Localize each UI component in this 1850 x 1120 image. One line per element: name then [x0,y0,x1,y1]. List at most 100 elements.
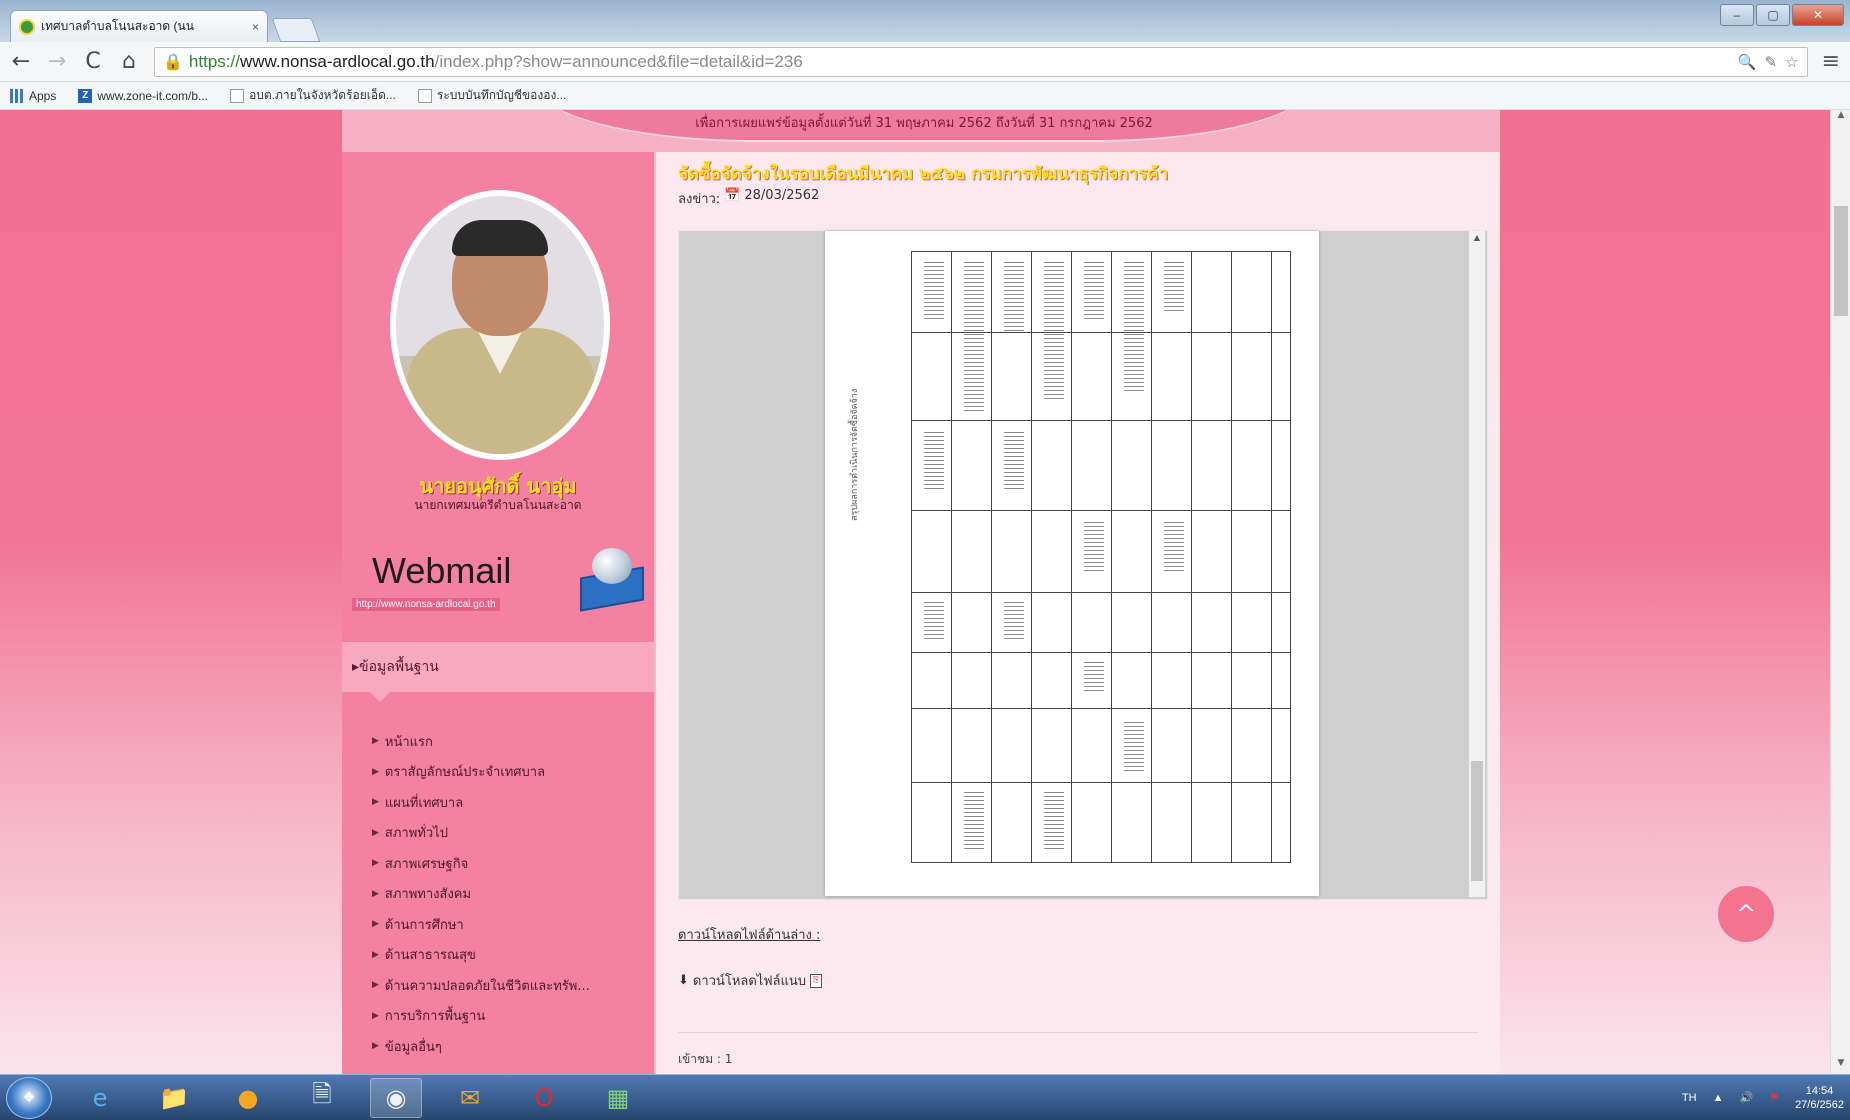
banner-text: เพื่อการเผยแพร่ข้อมูลตั้งแต่วันที่ 31 พฤ… [695,116,1153,131]
bookmark-zone-it[interactable]: Z www.zone-it.com/b... [78,88,209,103]
scroll-up-icon[interactable]: ▲ [1831,110,1850,126]
back-to-top-button[interactable]: ^ [1718,886,1774,942]
viewer-scroll-thumb[interactable] [1471,761,1483,881]
address-bar[interactable]: 🔒 https://www.nonsa-ardlocal.go.th/index… [154,46,1808,77]
sidebar-item-society[interactable]: ▶ สภาพทางสังคม [372,879,590,910]
lock-icon: 🔒 [163,52,183,71]
sidebar-item-health[interactable]: ▶ ด้านสาธารณสุข [372,940,590,971]
internet-explorer-icon[interactable]: e [74,1078,126,1118]
sidebar-item-label: ข้อมูลอื่นๆ [384,1039,442,1055]
tab-close-icon[interactable]: × [252,20,259,34]
sidebar-item-economy[interactable]: ▶ สภาพเศรษฐกิจ [372,848,590,879]
new-tab-button[interactable] [271,18,321,42]
sidebar-item-general[interactable]: ▶ สภาพทั่วไป [372,818,590,849]
page-scroll-thumb[interactable] [1834,206,1848,316]
file-explorer-icon[interactable]: 📁 [148,1078,200,1118]
webmail-banner[interactable]: Webmail http://www.nonsa-ardlocal.go.th [352,544,644,624]
menu-bullet-icon: ▸ [352,659,360,675]
bookmark-label: Apps [29,88,57,103]
sidebar-item-services[interactable]: ▶ การบริการพื้นฐาน [372,1001,590,1032]
mayor-hair [452,220,548,256]
bookmarks-bar: Apps Z www.zone-it.com/b... อบต.ภายในจัง… [0,82,1850,110]
browser-tab[interactable]: เทศบาลตำบลโนนสะอาด (นน × [10,10,268,42]
chrome-icon[interactable]: ◉ [370,1077,422,1118]
date-label: ลงข่าว: [678,192,721,207]
article-title: จัดซื้อจัดจ้างในรอบเดือนมีนาคม ๒๕๖๒ กรมก… [678,164,1169,184]
system-tray: TH ▲ 🔊 ⚑ 14:54 27/6/2562 [1682,1084,1844,1112]
sidebar-item-home[interactable]: ▶ หน้าแรก [372,726,590,757]
zoom-icon[interactable]: 🔍 [1738,53,1757,71]
reload-button[interactable]: C [82,49,104,74]
menu-header-label: ข้อมูลพื้นฐาน [359,659,439,675]
table-text [924,262,944,322]
sidebar: นายอนุศักดิ์ นาอุ่ม นายกเทศมนตรีตำบลโนนส… [342,152,654,1074]
table-text [1164,262,1184,312]
table-text [1004,262,1024,332]
bullet-icon: ▶ [372,858,379,869]
outlook-icon[interactable]: ✉ [444,1078,496,1118]
table-text [1124,262,1144,392]
window-titlebar: เทศบาลตำบลโนนสะอาด (นน × – ▢ ✕ [0,0,1850,42]
sidebar-item-emblem[interactable]: ▶ ตราสัญลักษณ์ประจำเทศบาล [372,757,590,788]
scroll-up-icon[interactable]: ▲ [1469,233,1485,242]
table-text [1004,432,1024,492]
home-button[interactable]: ⌂ [118,49,140,74]
sidebar-item-label: หน้าแรก [384,734,433,750]
bookmark-label: www.zone-it.com/b... [97,88,209,103]
table-text [964,262,984,412]
window-controls: – ▢ ✕ [1720,4,1844,26]
download-heading: ดาวน์โหลดไฟล์ด้านล่าง : [678,928,821,943]
bookmark-label: ระบบบันทึกบัญชีขององ... [436,88,567,102]
sidebar-item-label: สภาพทางสังคม [384,887,472,903]
bookmark-star-icon[interactable]: ☆ [1785,53,1798,71]
bullet-icon: ▶ [372,766,379,777]
page-scrollbar[interactable]: ▲ ▼ [1830,110,1850,1074]
pdf-viewer[interactable]: สรุปผลการดำเนินการจัดซื้อจัดจ้าง ▲ [678,230,1488,900]
apps-icon [10,88,24,103]
minimize-button[interactable]: – [1720,4,1754,26]
maximize-button[interactable]: ▢ [1756,4,1790,26]
table-text [1084,522,1104,572]
mayor-photo-frame [390,190,610,460]
bullet-icon: ▶ [372,1041,379,1052]
bookmark-apps[interactable]: Apps [10,88,57,103]
close-window-button[interactable]: ✕ [1792,4,1844,26]
menu-header-basic-info[interactable]: ▸ ข้อมูลพื้นฐาน [342,642,654,702]
excel-icon[interactable]: ▦ [592,1078,644,1118]
bullet-icon: ▶ [372,736,379,747]
sidebar-item-label: สภาพทั่วไป [384,826,448,842]
sidebar-item-other[interactable]: ▶ ข้อมูลอื่นๆ [372,1031,590,1062]
sidebar-item-education[interactable]: ▶ ด้านการศึกษา [372,909,590,940]
back-button[interactable]: ← [10,49,32,74]
viewer-scrollbar[interactable]: ▲ [1469,231,1485,897]
clock-date: 27/6/2562 [1795,1098,1844,1111]
media-player-icon[interactable]: ● [222,1078,274,1118]
chrome-menu-icon[interactable]: ≡ [1822,49,1840,74]
action-center-flag-icon[interactable]: ⚑ [1769,1091,1779,1104]
download-link-label: ดาวน์โหลดไฟล์แนบ [692,974,807,989]
translate-icon[interactable]: ✎ [1765,53,1778,71]
document-heading: สรุปผลการดำเนินการจัดซื้อจัดจ้าง [850,388,860,521]
download-attachment-link[interactable]: ⬇ ดาวน์โหลดไฟล์แนบ ⎘ [678,970,823,991]
start-button[interactable]: ❖ [6,1076,52,1119]
url-text[interactable]: https://www.nonsa-ardlocal.go.th/index.p… [189,52,803,72]
opera-icon[interactable]: O [518,1078,570,1118]
volume-icon[interactable]: 🔊 [1739,1091,1753,1104]
table-text [924,602,944,642]
zone-it-icon: Z [78,88,93,103]
sidebar-item-safety[interactable]: ▶ ด้านความปลอดภัยในชีวิตและทรัพ... [372,970,590,1001]
bookmark-accounting[interactable]: ระบบบันทึกบัญชีขององ... [417,86,567,105]
document-page: สรุปผลการดำเนินการจัดซื้อจัดจ้าง [825,231,1319,896]
page-icon [417,88,432,103]
scroll-down-icon[interactable]: ▼ [1831,1058,1850,1074]
input-language[interactable]: TH [1682,1092,1697,1104]
site-container: เพื่อการเผยแพร่ข้อมูลตั้งแต่วันที่ 31 พฤ… [342,110,1500,1074]
forward-button[interactable]: → [46,49,68,74]
notepad-icon[interactable]: 🗎 [296,1078,348,1118]
table-text [964,792,984,852]
bullet-icon: ▶ [372,919,379,930]
tray-arrow-icon[interactable]: ▲ [1713,1092,1724,1104]
system-clock[interactable]: 14:54 27/6/2562 [1795,1084,1844,1112]
sidebar-item-map[interactable]: ▶ แผนที่เทศบาล [372,787,590,818]
bookmark-roiet[interactable]: อบต.ภายในจังหวัดร้อยเอ็ด... [230,86,396,105]
